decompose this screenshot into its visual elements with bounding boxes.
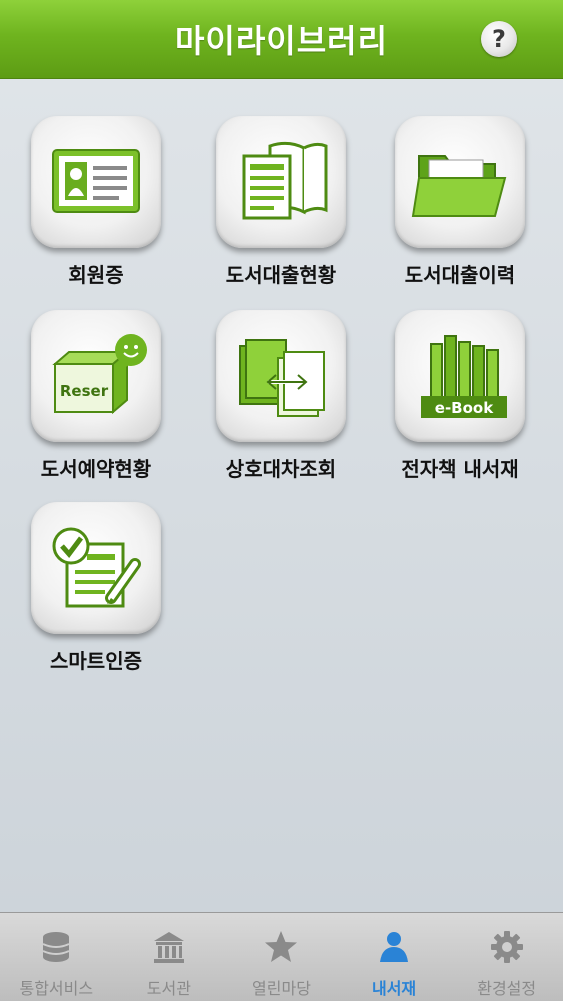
tab-settings[interactable]: 환경설정	[450, 913, 563, 1001]
reservation-tile[interactable]: Reser	[31, 310, 161, 442]
menu-item-loan-history[interactable]: 도서대출이력	[375, 116, 545, 301]
star-icon	[265, 931, 298, 962]
tab-my-library[interactable]: 내서재	[338, 913, 451, 1001]
tab-label: 내서재	[371, 979, 417, 998]
app-header: 마이라이브러리 ?	[0, 0, 563, 79]
help-button[interactable]: ?	[481, 21, 517, 57]
person-icon	[380, 932, 409, 962]
menu-item-loan-status[interactable]: 도서대출현황	[196, 116, 366, 301]
menu-item-reservation[interactable]: Reser 도서예약현황	[11, 310, 181, 495]
reservation-icon-text: Reser	[60, 382, 109, 400]
book-loan-status-icon	[242, 141, 328, 220]
menu-item-label: 회원증	[68, 263, 124, 287]
smart-auth-tile[interactable]	[31, 502, 161, 634]
page-title: 마이라이브러리	[174, 22, 389, 60]
member-card-tile[interactable]	[31, 116, 161, 248]
loan-history-tile[interactable]	[395, 116, 525, 248]
gear-icon	[490, 931, 523, 963]
tab-library[interactable]: 도서관	[113, 913, 226, 1001]
menu-item-interlibrary[interactable]: 상호대차조회	[196, 310, 366, 495]
reservation-box-icon: Reser	[52, 334, 147, 415]
menu-item-smart-auth[interactable]: 스마트인증	[11, 502, 181, 687]
menu-item-label: 상호대차조회	[225, 457, 337, 481]
tab-label: 환경설정	[477, 979, 537, 998]
interlibrary-tile[interactable]	[216, 310, 346, 442]
menu-grid: 회원증 도서대출현황 도서대출이력 Reser 도서예약현황 상호대차조회 e-…	[0, 79, 563, 912]
tab-label: 도서관	[146, 979, 191, 998]
tab-open-forum[interactable]: 열린마당	[225, 913, 338, 1001]
tab-integrated-service[interactable]: 통합서비스	[0, 913, 113, 1001]
menu-item-label: 도서대출이력	[404, 263, 516, 287]
ebook-icon-text: e-Book	[435, 399, 494, 417]
ebook-tile[interactable]: e-Book	[395, 310, 525, 442]
interlibrary-loan-icon	[239, 339, 325, 417]
loan-history-folder-icon	[411, 155, 507, 217]
menu-item-label: 전자책 내서재	[401, 457, 519, 481]
bottom-tab-bar: 통합서비스 도서관 열린마당 내서재 환경설정	[0, 912, 563, 1001]
loan-status-tile[interactable]	[216, 116, 346, 248]
member-card-icon	[52, 149, 140, 213]
tab-label: 열린마당	[252, 979, 311, 998]
menu-item-label: 스마트인증	[50, 649, 142, 673]
menu-item-label: 도서대출현황	[225, 263, 337, 287]
ebook-shelf-icon: e-Book	[421, 335, 507, 418]
menu-item-member-card[interactable]: 회원증	[11, 116, 181, 301]
library-building-icon	[153, 932, 184, 963]
tab-label: 통합서비스	[19, 979, 94, 998]
menu-item-label: 도서예약현황	[40, 457, 152, 481]
menu-item-ebook[interactable]: e-Book 전자책 내서재	[375, 310, 545, 495]
database-icon	[42, 932, 70, 962]
smart-auth-icon	[52, 527, 141, 608]
